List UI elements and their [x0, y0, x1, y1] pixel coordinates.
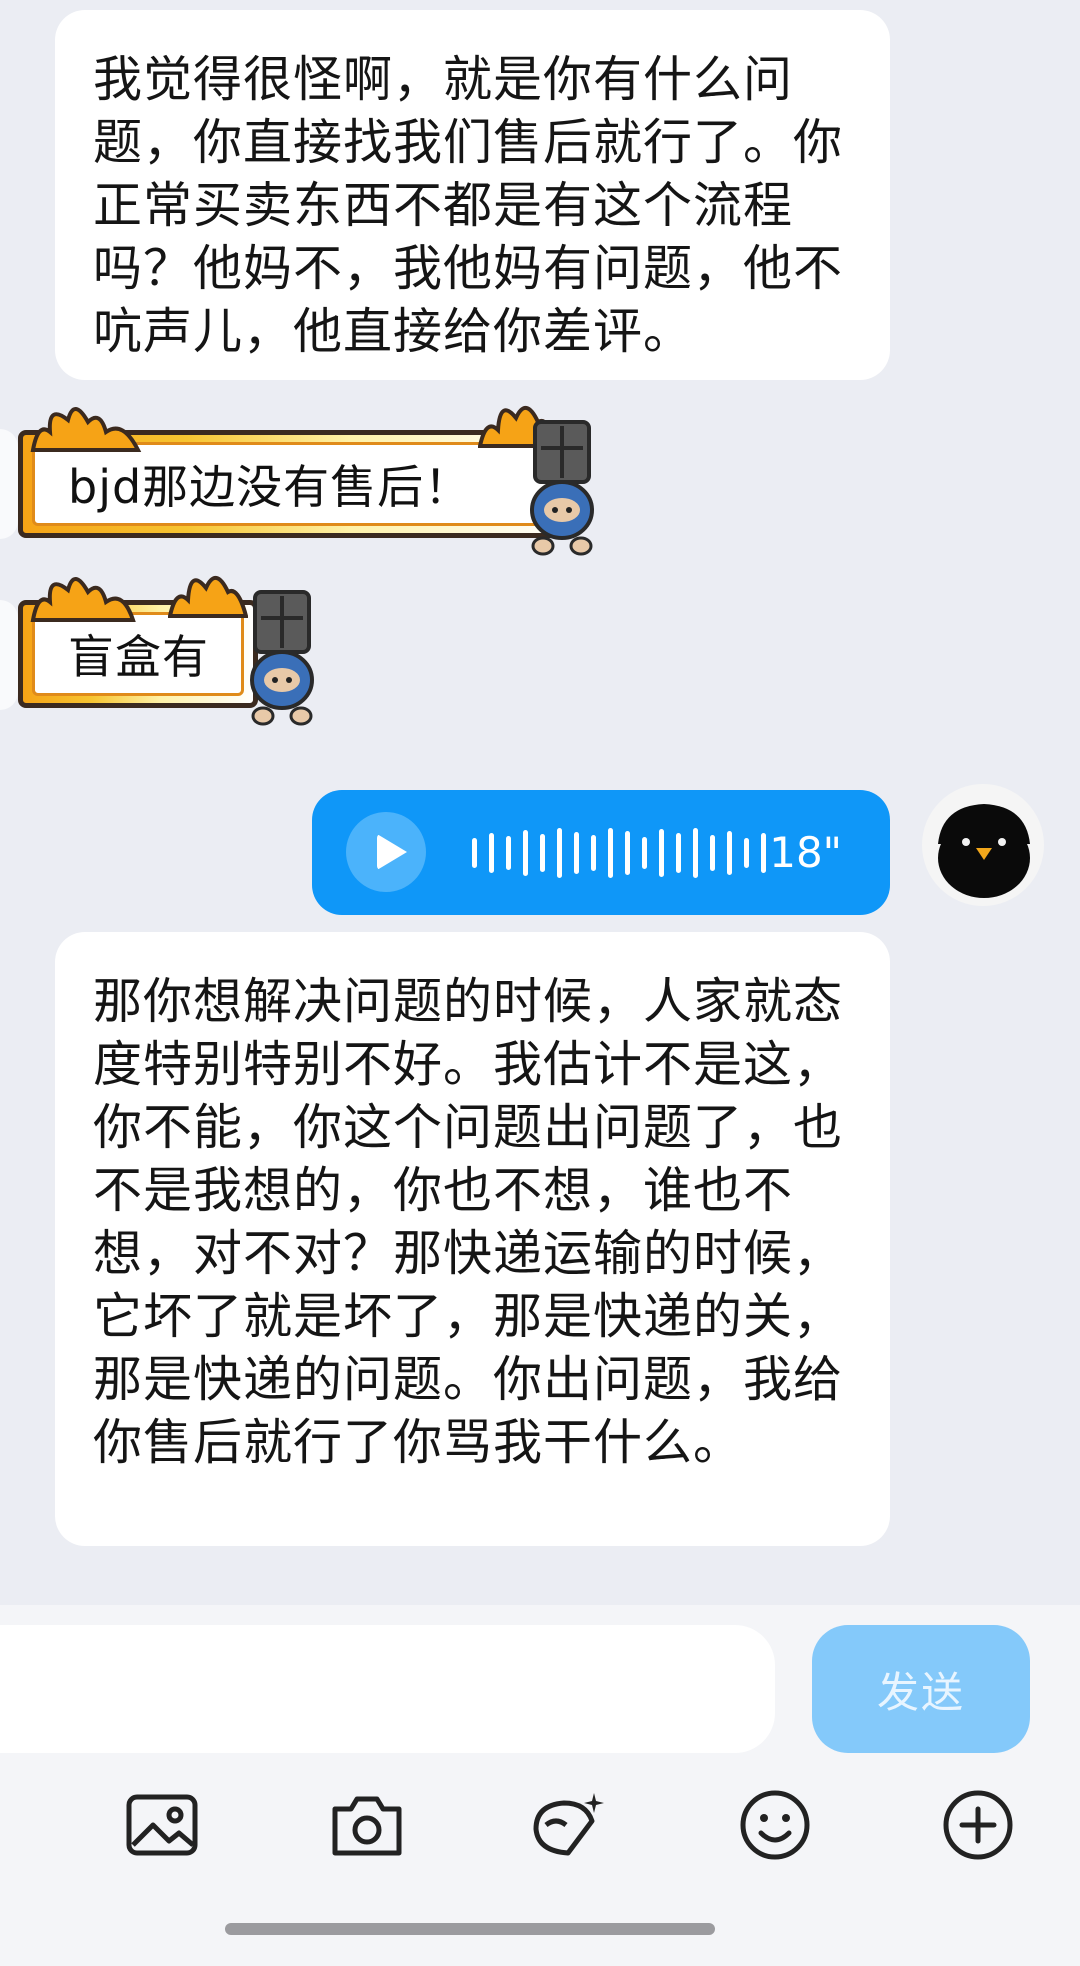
- received-message-styled[interactable]: bjd那边没有售后！: [18, 406, 594, 556]
- voice-duration: 18": [769, 828, 842, 877]
- waveform-icon: [472, 827, 766, 879]
- avatar[interactable]: [922, 784, 1044, 906]
- composer-bar: 发送: [0, 1605, 1080, 1966]
- avatar-edge: [0, 429, 18, 539]
- avatar-edge: [0, 600, 18, 710]
- image-icon[interactable]: [123, 1785, 203, 1865]
- sticker-icon[interactable]: [528, 1785, 608, 1865]
- emoji-icon[interactable]: [735, 1785, 815, 1865]
- send-button[interactable]: 发送: [812, 1625, 1030, 1753]
- message-text: 盲盒有: [68, 630, 209, 684]
- camera-icon[interactable]: [327, 1785, 407, 1865]
- play-icon[interactable]: [346, 812, 426, 892]
- voice-message[interactable]: 18": [312, 790, 890, 915]
- received-message[interactable]: 那你想解决问题的时候，人家就态度特别特别不好。我估计不是这，你不能，你这个问题出…: [55, 932, 890, 1546]
- message-input[interactable]: [0, 1625, 775, 1753]
- received-message-styled[interactable]: 盲盒有: [18, 576, 314, 726]
- home-indicator[interactable]: [225, 1923, 715, 1935]
- message-text: 那你想解决问题的时候，人家就态度特别特别不好。我估计不是这，你不能，你这个问题出…: [93, 973, 844, 1471]
- message-text: 我觉得很怪啊，就是你有什么问题，你直接找我们售后就行了。你正常买卖东西不都是有这…: [93, 51, 844, 360]
- plus-icon[interactable]: [938, 1785, 1018, 1865]
- ninja-sticker-icon: [530, 420, 594, 556]
- received-message[interactable]: 我觉得很怪啊，就是你有什么问题，你直接找我们售后就行了。你正常买卖东西不都是有这…: [55, 10, 890, 380]
- black-bird-avatar-icon: [938, 804, 1030, 898]
- chat-area: 我觉得很怪啊，就是你有什么问题，你直接找我们售后就行了。你正常买卖东西不都是有这…: [0, 0, 1080, 1605]
- message-text: bjd那边没有售后！: [68, 460, 472, 514]
- ninja-sticker-icon: [250, 590, 314, 726]
